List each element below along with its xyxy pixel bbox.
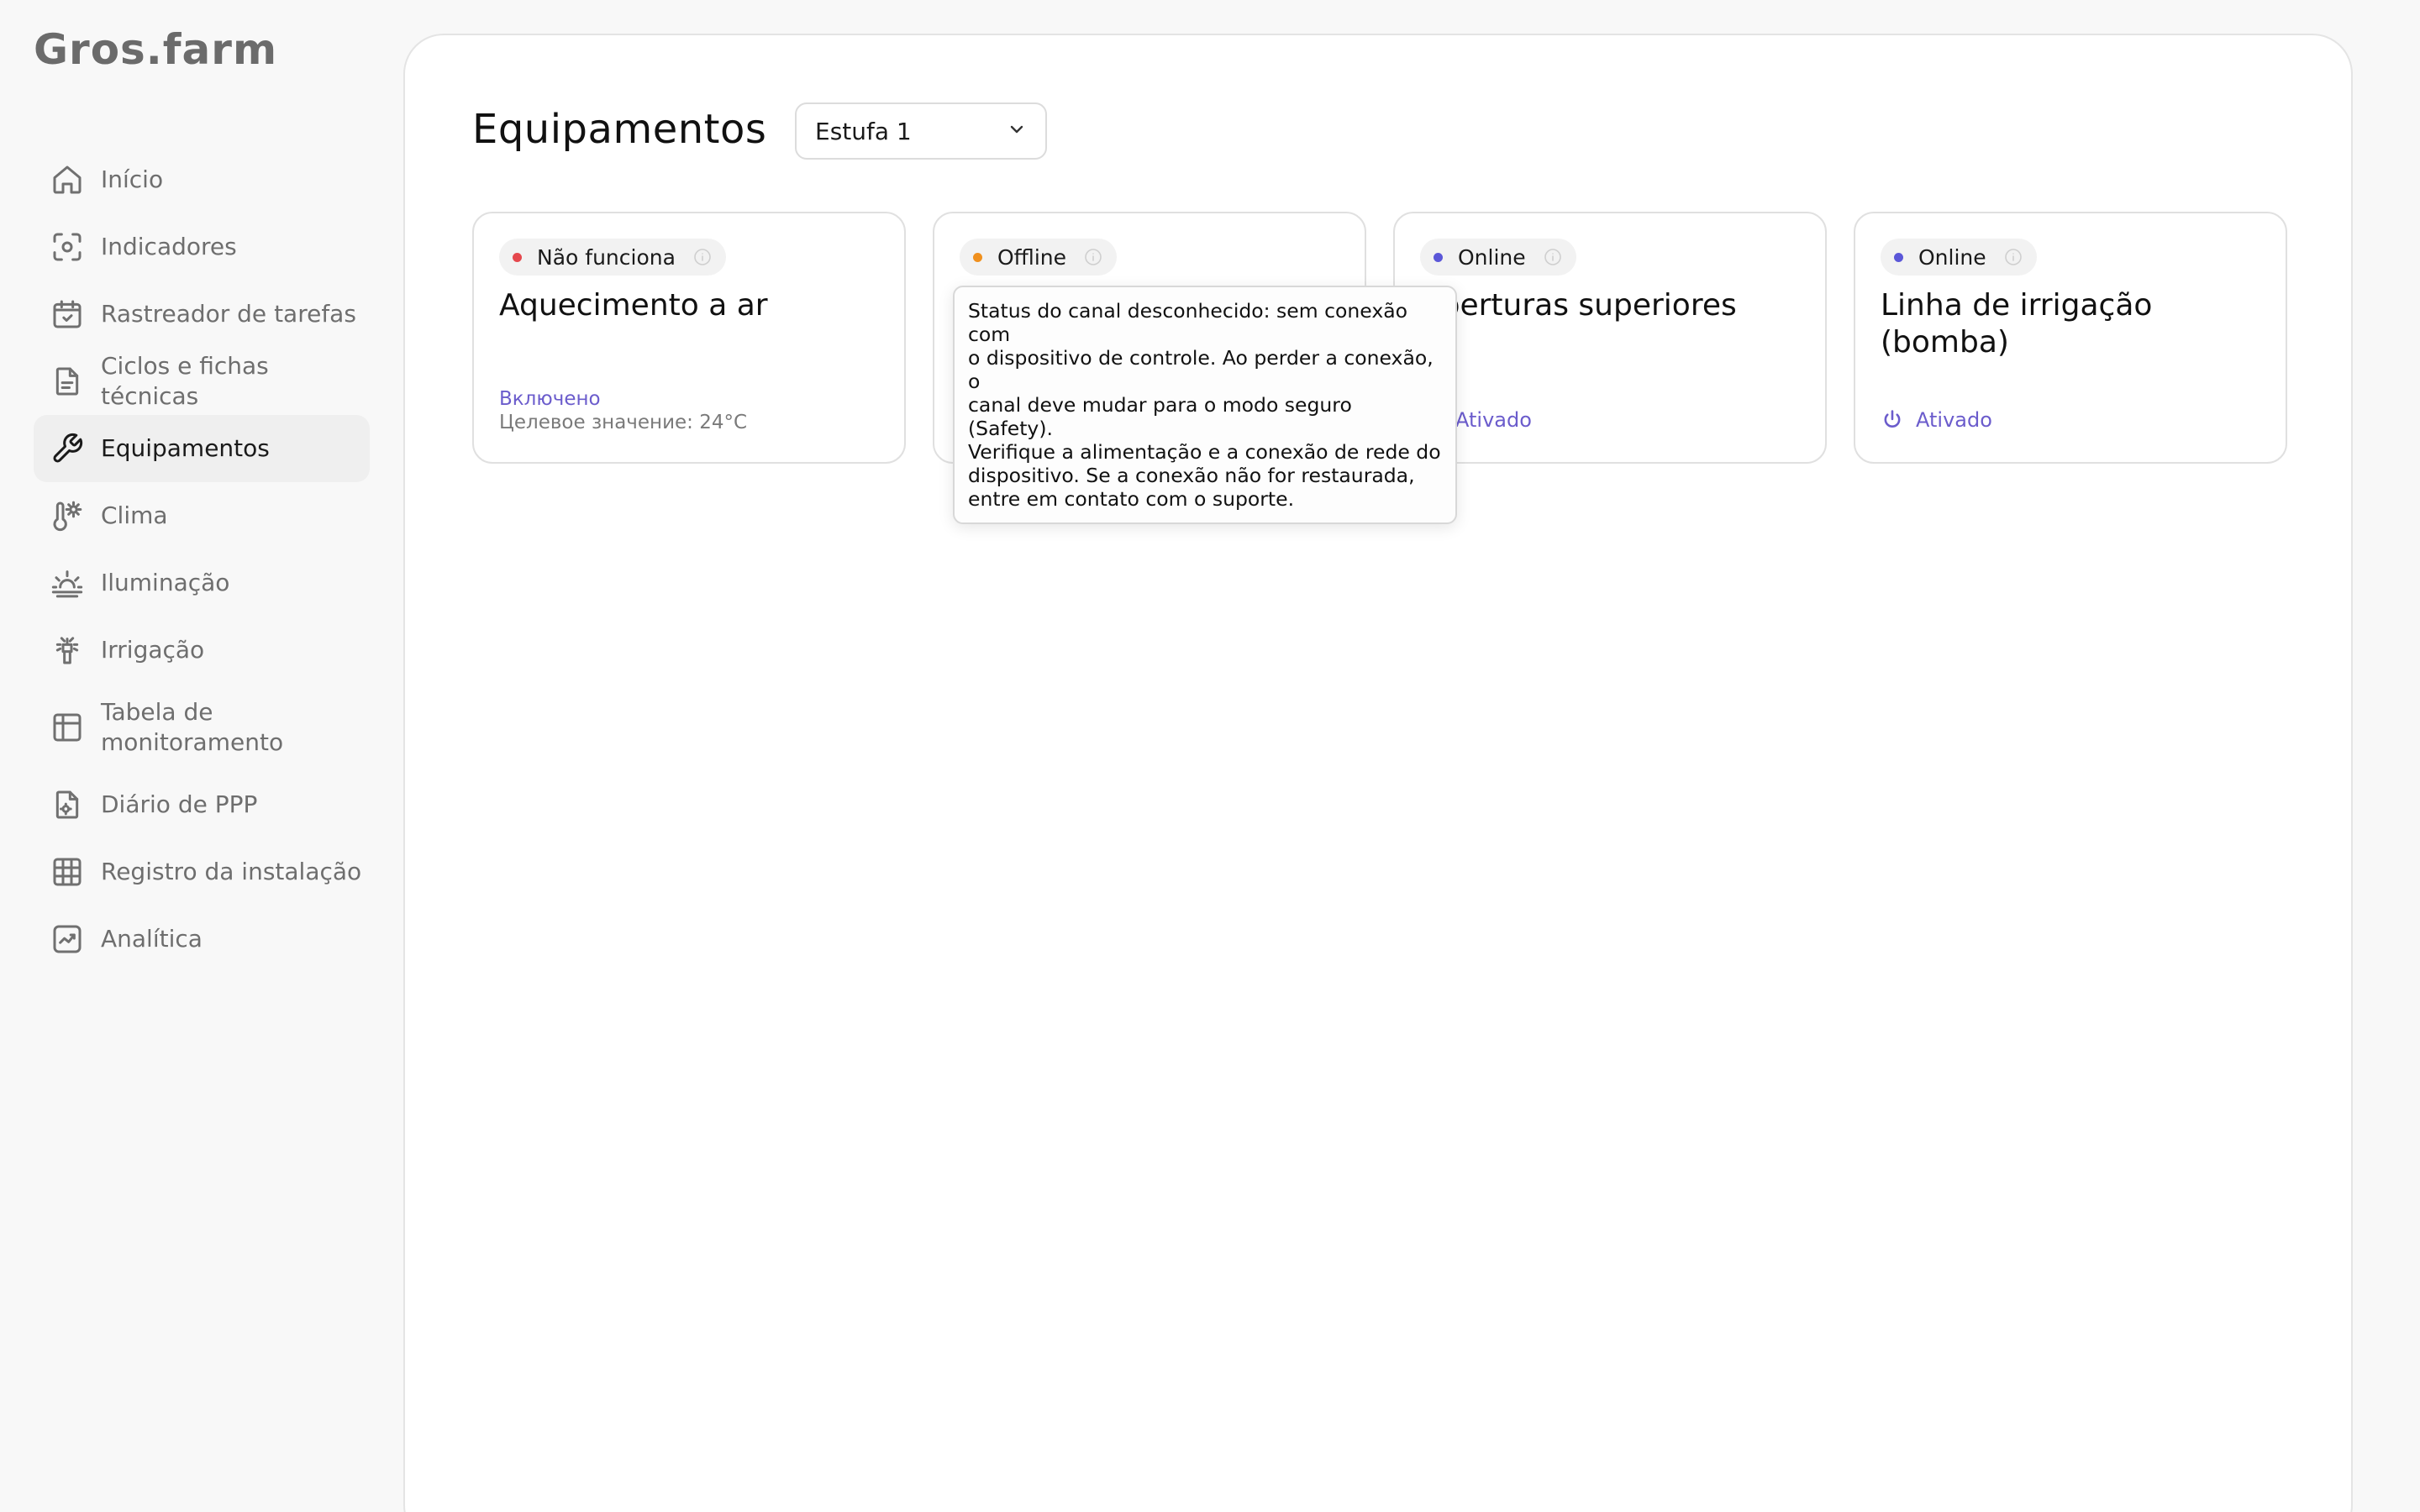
- equipment-card[interactable]: Online Linha de irrigação (bomba) Ativad…: [1854, 212, 2287, 464]
- status-label: Online: [1918, 244, 1986, 270]
- status-badge: Online: [1420, 239, 1576, 276]
- sidebar-item-label: Analítica: [101, 925, 203, 953]
- power-status-label: Ativado: [1916, 408, 1992, 432]
- sidebar-item-label: Irrigação: [101, 636, 205, 664]
- status-dot: [1434, 252, 1443, 262]
- home-icon: [34, 146, 101, 213]
- status-label: Online: [1458, 244, 1526, 270]
- tooltip-line: dispositivo. Se a conexão não for restau…: [968, 464, 1415, 487]
- thermometer-sun-icon: [34, 482, 101, 549]
- power-status-label: Ativado: [1455, 408, 1532, 432]
- tooltip-line: o dispositivo de controle. Ao perder a c…: [968, 346, 1434, 393]
- greenhouse-select-value: Estufa 1: [815, 117, 912, 145]
- sprinkler-icon: [34, 617, 101, 684]
- status-dot: [973, 252, 982, 262]
- power-status[interactable]: Ativado: [1881, 408, 1992, 432]
- sidebar-item-label: Indicadores: [101, 233, 237, 260]
- status-tooltip: Status do canal desconhecido: sem conexã…: [953, 286, 1457, 524]
- card-title: Linha de irrigação (bomba): [1881, 288, 2153, 360]
- page-title: Equipamentos: [472, 106, 767, 153]
- sidebar-item-label: Equipamentos: [101, 434, 270, 462]
- sidebar-item-tabela-de-monitoramento[interactable]: Tabela de monitoramento: [34, 684, 370, 771]
- document-gear-icon: [34, 771, 101, 838]
- sidebar-item-label: Registro da instalação: [101, 858, 362, 885]
- card-state-text: Включено: [499, 388, 601, 410]
- greenhouse-select[interactable]: Estufa 1: [795, 102, 1047, 160]
- chevron-down-icon: [1007, 118, 1027, 145]
- info-icon[interactable]: [2003, 247, 2023, 267]
- sidebar-item-iluminacao[interactable]: Iluminação: [34, 549, 370, 617]
- status-label: Offline: [997, 244, 1067, 270]
- info-icon[interactable]: [1083, 247, 1103, 267]
- wrench-icon: [34, 415, 101, 482]
- power-icon: [1884, 410, 1901, 428]
- calendar-check-icon: [34, 281, 101, 348]
- sidebar-item-diario-de-ppp[interactable]: Diário de PPP: [34, 771, 370, 838]
- grid-icon: [34, 838, 101, 906]
- status-label: Não funciona: [537, 244, 676, 270]
- sidebar-item-label: Ciclos e fichas técnicas: [101, 352, 269, 410]
- app-logo[interactable]: Gros.farm: [34, 25, 277, 74]
- card-title: Aberturas superiores: [1420, 288, 1737, 323]
- sidebar-item-label: Início: [101, 165, 164, 193]
- sidebar-item-clima[interactable]: Clima: [34, 482, 370, 549]
- document-icon: [34, 348, 101, 415]
- sidebar-item-equipamentos[interactable]: Equipamentos: [34, 415, 370, 482]
- table-icon: [34, 694, 101, 761]
- status-dot: [1894, 252, 1903, 262]
- card-target-value: Целевое значение: 24°C: [499, 412, 748, 433]
- sidebar-item-rastreador-de-tarefas[interactable]: Rastreador de tarefas: [34, 281, 370, 348]
- tooltip-line: entre em contato com o suporte.: [968, 487, 1295, 511]
- equipment-card[interactable]: Online Aberturas superiores Ativado: [1393, 212, 1827, 464]
- main-panel: Equipamentos Estufa 1 Não funciona Aquec…: [403, 34, 2353, 1512]
- tooltip-line: Verifique a alimentação e a conexão de r…: [968, 440, 1441, 464]
- scan-icon: [34, 213, 101, 281]
- sidebar-item-label: Iluminação: [101, 569, 230, 596]
- status-dot: [513, 252, 522, 262]
- chart-icon: [34, 906, 101, 973]
- sidebar-item-inicio[interactable]: Início: [34, 146, 370, 213]
- tooltip-line: canal deve mudar para o modo seguro (Saf…: [968, 393, 1352, 440]
- sidebar-item-registro-da-instalacao[interactable]: Registro da instalação: [34, 838, 370, 906]
- card-title: Aquecimento a ar: [499, 288, 768, 323]
- sidebar-item-label: Diário de PPP: [101, 790, 258, 818]
- sidebar-item-label: Rastreador de tarefas: [101, 300, 356, 328]
- sidebar-item-label-line1: Tabela de: [101, 698, 213, 726]
- sidebar-item-indicadores[interactable]: Indicadores: [34, 213, 370, 281]
- sidebar-item-ciclos[interactable]: Ciclos e fichas técnicas: [34, 348, 370, 415]
- info-icon[interactable]: [692, 247, 713, 267]
- status-badge: Offline: [960, 239, 1118, 276]
- status-badge: Não funciona: [499, 239, 726, 276]
- sidebar-item-label: Clima: [101, 501, 168, 529]
- status-badge: Online: [1881, 239, 2037, 276]
- equipment-card[interactable]: Não funciona Aquecimento a ar Включено Ц…: [472, 212, 906, 464]
- tooltip-line: Status do canal desconhecido: sem conexã…: [968, 299, 1408, 346]
- sidebar-item-label-line2: monitoramento: [101, 728, 284, 756]
- sidebar-item-irrigacao[interactable]: Irrigação: [34, 617, 370, 684]
- sidebar-nav: Início Indicadores Rastreador de tarefas…: [34, 146, 370, 973]
- sunrise-icon: [34, 549, 101, 617]
- sidebar-item-analitica[interactable]: Analítica: [34, 906, 370, 973]
- info-icon[interactable]: [1543, 247, 1563, 267]
